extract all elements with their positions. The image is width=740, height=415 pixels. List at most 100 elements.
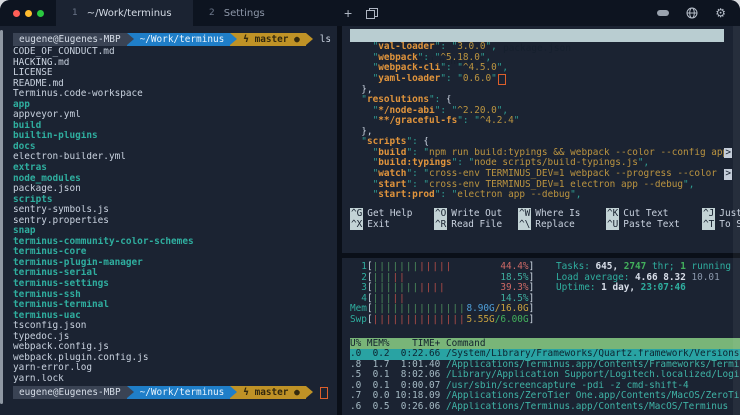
tab-bar: 1~/Work/terminus2Settings + ⚙ (0, 0, 740, 26)
powerline-arrow (127, 386, 134, 399)
nano-line: "webpack-cli": "^4.5.0", (350, 63, 732, 74)
prompt-path: ~/Work/terminus (134, 386, 231, 399)
nano-line: "build": "npm run build:typings && webpa… (350, 148, 732, 159)
dir-entry: terminus-community-color-schemes (13, 237, 337, 248)
htop-stats: Tasks: 645, 2747 thr; 1 runningLoad aver… (556, 262, 731, 325)
nano-line: "val-loader": "3.0.0", (350, 42, 732, 53)
file-entry: Terminus.code-workspace (13, 89, 337, 100)
dir-entry: terminus-plugin-manager (13, 258, 337, 269)
process-row: .0 0.1 0:00.07 /usr/sbin/screencapture -… (350, 381, 740, 392)
typed-command: ls (320, 34, 331, 45)
dir-entry: terminus-serial (13, 268, 337, 279)
terminal-pane-shell[interactable]: eugene@Eugenes-MBP ~/Work/terminus ϟ maste… (0, 26, 337, 415)
file-entry: yarn.lock (13, 374, 337, 385)
file-entry: LICENSE (13, 68, 337, 79)
nano-shortcut: ^UPaste Text (606, 220, 702, 231)
serial-pill-icon[interactable] (657, 10, 669, 16)
file-entry: webpack.config.js (13, 342, 337, 353)
file-entry: appveyor.yml (13, 110, 337, 121)
prompt-user-host: eugene@Eugenes-MBP (13, 386, 127, 399)
htop-meter: 1[||||||||||||44.4%] (350, 262, 546, 273)
htop-meter: 2[|||||18.5%] (350, 273, 546, 284)
nano-line: "scripts": { (350, 137, 732, 148)
line-truncated-marker: > (724, 148, 732, 159)
htop-table-header: U% MEM% TIME+ Command (350, 338, 740, 349)
nano-line: "yaml-loader": "0.6.0" (350, 74, 732, 85)
powerline-arrow (306, 33, 313, 46)
file-entry: electron-builder.yml (13, 152, 337, 163)
line-truncated-marker: > (724, 169, 732, 180)
terminal-cursor (320, 387, 328, 399)
nano-shortcut: ^OWrite Out (434, 209, 518, 220)
prompt-git-branch: ϟ master ● (237, 386, 305, 399)
nano-shortcut: ^RRead File (434, 220, 518, 231)
shell-prompt-top: eugene@Eugenes-MBP ~/Work/terminus ϟ maste… (13, 33, 337, 46)
process-row: .8 1.7 1:01.40 /Applications/Terminus.ap… (350, 360, 740, 371)
terminal-pane-nano[interactable]: package.json GNU nano 4.5 "val-loader": … (342, 26, 740, 253)
powerline-arrow (230, 33, 237, 46)
htop-meter: Swp[||||||||||||||5.55G/6.00G] (350, 315, 546, 326)
terminal-window: 1~/Work/terminus2Settings + ⚙ eugene@Eug… (0, 0, 740, 415)
toolbar-icons: ⚙ (657, 7, 740, 19)
nano-line: }, (350, 127, 732, 138)
new-tab-button[interactable]: + (344, 6, 352, 20)
nano-line: "build:typings": "node scripts/build-typ… (350, 158, 732, 169)
file-entry: sentry-symbols.js (13, 205, 337, 216)
htop-meter: 3[|||||||||||39.3%] (350, 283, 546, 294)
process-row-selected: .0 0.2 0:22.66 /System/Library/Framework… (350, 349, 740, 360)
pane-area: eugene@Eugenes-MBP ~/Work/terminus ϟ maste… (0, 26, 740, 415)
dir-entry: extras (13, 163, 337, 174)
htop-meters: 1[||||||||||||44.4%] 2[|||||18.5%] 3[|||… (350, 262, 546, 325)
dir-entry: docs (13, 142, 337, 153)
htop-meter: Mem[||||||||||||||||8.90G/16.0G] (350, 304, 546, 315)
window-controls (0, 10, 56, 17)
file-entry: README.md (13, 79, 337, 90)
ls-output: CODE_OF_CONDUCT.mdHACKING.mdLICENSEREADM… (13, 47, 337, 385)
dir-entry: scripts (13, 195, 337, 206)
process-row: .7 0.0 10:18.09 /Applications/ZeroTier O… (350, 391, 740, 402)
nano-shortcut: ^WWhere Is (518, 209, 606, 220)
nano-line: "*/node-abi": "^2.20.0", (350, 106, 732, 117)
nano-line: "start": "cross-env TERMINUS_DEV=1 elect… (350, 180, 732, 191)
htop-meter: 4[|||||14.5%] (350, 294, 546, 305)
dir-entry: node_modules (13, 174, 337, 185)
nano-line: "resolutions": { (350, 95, 732, 106)
shell-prompt-bottom: eugene@Eugenes-MBP ~/Work/terminus ϟ maste… (13, 386, 337, 399)
nano-shortcut-bar: ^GGet Help^OWrite Out^WWhere Is^KCut Tex… (350, 209, 732, 231)
powerline-arrow (306, 386, 313, 399)
nano-shortcut: ^KCut Text (606, 209, 702, 220)
dir-entry: app (13, 100, 337, 111)
file-entry: webpack.plugin.config.js (13, 353, 337, 364)
file-entry: tsconfig.json (13, 321, 337, 332)
file-entry: yarn-error.log (13, 363, 337, 374)
dir-entry: build (13, 121, 337, 132)
prompt-user-host: eugene@Eugenes-MBP (13, 33, 127, 46)
nano-title-bar: package.json GNU nano 4.5 (350, 29, 724, 42)
tab-1[interactable]: 1~/Work/terminus (56, 0, 193, 26)
prompt-path: ~/Work/terminus (134, 33, 231, 46)
split-icon[interactable] (366, 8, 377, 18)
scrollbar-thumb[interactable] (0, 30, 3, 404)
globe-icon[interactable] (686, 7, 698, 19)
tab-2[interactable]: 2Settings (193, 0, 330, 26)
gear-icon[interactable]: ⚙ (715, 7, 726, 19)
dir-entry: terminus-uac (13, 311, 337, 322)
minimize-window-button[interactable] (25, 10, 32, 17)
close-window-button[interactable] (13, 10, 20, 17)
nano-line: "start:prod": "electron app --debug", (350, 190, 732, 201)
dir-entry: terminus-ssh (13, 290, 337, 301)
nano-cursor (498, 74, 506, 85)
process-row: .5 0.1 8:02.06 /Library/Application Supp… (350, 370, 740, 381)
tab-list: 1~/Work/terminus2Settings (56, 0, 330, 26)
file-entry: HACKING.md (13, 58, 337, 69)
dir-entry: snap (13, 226, 337, 237)
htop-stat-line: Uptime: 1 day, 23:07:46 (556, 283, 731, 294)
terminal-pane-htop[interactable]: 1[||||||||||||44.4%] 2[|||||18.5%] 3[|||… (342, 258, 740, 415)
dir-entry: builtin-plugins (13, 131, 337, 142)
prompt-git-branch: ϟ master ● (237, 33, 305, 46)
maximize-window-button[interactable] (37, 10, 44, 17)
nano-editor-content: "val-loader": "3.0.0", "webpack": "^5.18… (350, 42, 732, 201)
tab-actions: + (344, 6, 377, 20)
scrollbar-track[interactable] (733, 26, 740, 415)
dir-entry: terminus-core (13, 247, 337, 258)
